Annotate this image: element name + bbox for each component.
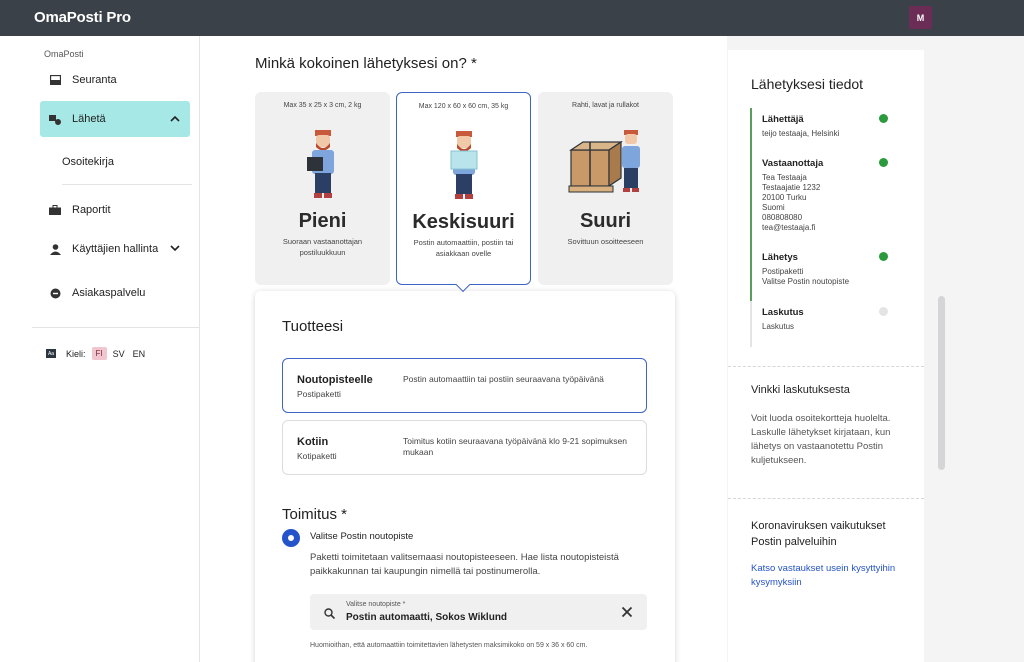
size-name: Pieni xyxy=(298,210,347,232)
sidebar-item-seuranta[interactable]: Seuranta xyxy=(40,62,190,98)
delivery-description: Paketti toimitetaan valitsemaasi noutopi… xyxy=(310,552,619,577)
sidebar-item-label: Seuranta xyxy=(72,74,117,86)
summary-card: Lähetyksesi tiedot Lähettäjä teijo testa… xyxy=(728,50,924,662)
divider xyxy=(728,498,924,499)
size-note: Huomioithan, että automaattiin toimitett… xyxy=(310,642,588,649)
divider xyxy=(62,184,192,185)
sidebar-item-laheta[interactable]: Lähetä xyxy=(40,101,190,137)
sidebar-item-label: Lähetä xyxy=(72,113,106,125)
person-icon xyxy=(49,243,61,255)
sidebar-item-asiakaspalvelu[interactable]: Asiakaspalvelu xyxy=(40,275,190,311)
summary-step-lahettaja[interactable]: Lähettäjä teijo testaaja, Helsinki xyxy=(750,108,900,152)
size-desc: Postin automaattiin, postiin tai asiakka… xyxy=(413,238,514,258)
language-selector: Aa Kieli: FI SV EN xyxy=(46,347,145,360)
size-dims: Rahti, lavat ja rullakot xyxy=(572,102,639,109)
language-label: Kieli: xyxy=(66,348,86,359)
product-desc: Postin automaattiin tai postiin seuraava… xyxy=(403,374,604,384)
size-dims: Max 35 x 25 x 3 cm, 2 kg xyxy=(283,102,362,109)
step-value: Laskutus xyxy=(762,322,795,331)
sidebar-subitem-osoitekirja[interactable]: Osoitekirja xyxy=(62,156,114,168)
close-icon[interactable] xyxy=(621,605,633,623)
courier-with-box-illustration xyxy=(397,127,530,207)
product-sub: Postipaketti xyxy=(297,389,341,399)
product-option-noutopisteelle[interactable]: Noutopisteelle Postipaketti Postin autom… xyxy=(282,358,647,413)
tip-title: Koronaviruksen vaikutukset Postin palvel… xyxy=(751,520,886,548)
size-question: Minkä kokoinen lähetyksesi on? * xyxy=(255,55,477,72)
divider xyxy=(32,327,199,328)
delivery-option-label[interactable]: Valitse Postin noutopiste xyxy=(310,531,413,542)
sidebar: OmaPosti Seuranta Lähetä Osoitekirja Rap… xyxy=(0,36,200,662)
summary-column: Lähetyksesi tiedot Lähettäjä teijo testa… xyxy=(728,36,936,662)
language-option-en[interactable]: EN xyxy=(133,349,146,359)
language-option-fi[interactable]: FI xyxy=(91,347,107,360)
products-title: Tuotteesi xyxy=(282,318,344,335)
sidebar-section-label: OmaPosti xyxy=(44,49,84,59)
faq-link[interactable]: Katso vastaukset usein kysyttyihin kysym… xyxy=(751,562,901,590)
check-icon xyxy=(879,252,888,261)
size-name: Keskisuuri xyxy=(412,211,515,233)
product-desc: Toimitus kotiin seuraavana työpäivänä kl… xyxy=(403,436,627,457)
scrollbar[interactable] xyxy=(938,296,945,470)
sidebar-item-kayttajien-hallinta[interactable]: Käyttäjien hallinta xyxy=(40,231,190,267)
main-content: Minkä kokoinen lähetyksesi on? * Max 35 … xyxy=(200,36,727,662)
summary-step-vastaanottaja[interactable]: Vastaanottaja Tea Testaaja Testaajatie 1… xyxy=(750,152,900,246)
pickup-point-field[interactable]: Valitse noutopiste * Postin automaatti, … xyxy=(310,594,647,630)
sidebar-item-label: Käyttäjien hallinta xyxy=(72,243,159,255)
products-panel: Tuotteesi Noutopisteelle Postipaketti Po… xyxy=(255,291,675,662)
step-value: teijo testaaja, Helsinki xyxy=(762,129,840,138)
sidebar-item-label: Raportit xyxy=(72,204,111,216)
sidebar-item-raportit[interactable]: Raportit xyxy=(40,192,190,228)
product-name: Kotiin xyxy=(297,436,329,448)
product-sub: Kotipaketti xyxy=(297,451,337,461)
product-name: Noutopisteelle xyxy=(297,374,373,386)
size-desc: Sovittuun osoitteeseen xyxy=(567,237,644,246)
size-card-suuri[interactable]: Rahti, lavat ja rullakot Suuri Sovittuun… xyxy=(538,92,673,285)
pickup-label: Valitse noutopiste * xyxy=(346,601,406,608)
step-value: Postipaketti Valitse Postin noutopiste xyxy=(762,267,850,286)
product-option-kotiin[interactable]: Kotiin Kotipaketti Toimitus kotiin seura… xyxy=(282,420,647,475)
step-value: Tea Testaaja Testaajatie 1232 20100 Turk… xyxy=(762,173,821,232)
send-package-icon xyxy=(49,113,61,125)
size-dims: Max 120 x 60 x 60 cm, 35 kg xyxy=(418,103,509,110)
courier-with-letter-illustration xyxy=(255,126,390,206)
language-flag-icon: Aa xyxy=(46,349,56,358)
size-card-pieni[interactable]: Max 35 x 25 x 3 cm, 2 kg Pieni Suoraan v… xyxy=(255,92,390,285)
courier-with-pallet-illustration xyxy=(538,126,673,206)
size-name: Suuri xyxy=(579,210,632,232)
summary-title: Lähetyksesi tiedot xyxy=(751,76,864,92)
pickup-value[interactable]: Postin automaatti, Sokos Wiklund xyxy=(346,612,507,623)
search-icon xyxy=(324,606,336,624)
summary-step-laskutus[interactable]: Laskutus Laskutus xyxy=(750,301,900,347)
briefcase-icon xyxy=(49,204,61,216)
check-icon xyxy=(879,114,888,123)
divider xyxy=(728,366,924,367)
top-bar: OmaPosti Pro M xyxy=(0,0,1024,36)
language-option-sv[interactable]: SV xyxy=(113,349,125,359)
chevron-up-icon[interactable] xyxy=(170,113,180,125)
tip-text: Voit luoda osoitekortteja huolelta. Lask… xyxy=(751,413,891,466)
sidebar-item-label: Asiakaspalvelu xyxy=(72,287,146,299)
size-desc: Suoraan vastaanottajan postiluukkuun xyxy=(282,237,363,257)
user-avatar[interactable]: M xyxy=(909,6,932,29)
tip-title: Vinkki laskutuksesta xyxy=(751,384,850,396)
chat-icon xyxy=(49,287,61,299)
inbox-icon xyxy=(49,74,61,86)
check-icon xyxy=(879,158,888,167)
brand-logo[interactable]: OmaPosti Pro xyxy=(34,9,131,26)
pending-circle-icon xyxy=(879,307,888,316)
chevron-down-icon[interactable] xyxy=(170,243,180,255)
delivery-title: Toimitus * xyxy=(282,506,348,523)
size-card-keskisuuri[interactable]: Max 120 x 60 x 60 cm, 35 kg Keskisuuri P… xyxy=(396,92,531,285)
delivery-radio-selected[interactable] xyxy=(282,529,300,547)
summary-step-lahetys[interactable]: Lähetys Postipaketti Valitse Postin nout… xyxy=(750,246,900,301)
